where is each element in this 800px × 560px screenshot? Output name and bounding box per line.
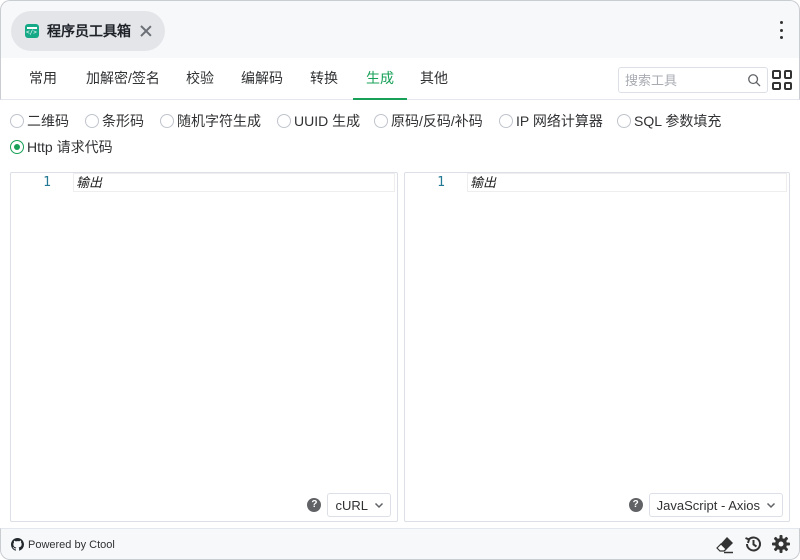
radio-button[interactable]: [10, 140, 24, 154]
option-uuid[interactable]: UUID 生成: [277, 111, 360, 131]
search-icon[interactable]: [747, 73, 761, 87]
option-label: SQL 参数填充: [634, 113, 722, 129]
select-value: cURL: [335, 497, 368, 513]
nav-item-convert[interactable]: 转换: [301, 58, 347, 99]
github-icon: [11, 538, 24, 551]
settings-icon[interactable]: [771, 534, 791, 554]
grid-view-icon[interactable]: [772, 70, 792, 90]
nav-item-encrypt-sign[interactable]: 加解密/签名: [79, 58, 167, 99]
status-bar: Powered by Ctool: [0, 528, 800, 560]
nav-item-common[interactable]: 常用: [19, 58, 67, 99]
output-editor[interactable]: 1 输出 ? JavaScript - Axios: [404, 172, 790, 522]
option-barcode[interactable]: 条形码: [85, 111, 144, 131]
select-value: JavaScript - Axios: [656, 497, 760, 513]
code-line: 1 输出: [405, 173, 789, 193]
code-line: 1 输出: [11, 173, 397, 193]
editor-placeholder[interactable]: 输出: [73, 173, 395, 192]
radio-button[interactable]: [374, 114, 388, 128]
option-label: 随机字符生成: [177, 113, 261, 129]
history-icon[interactable]: [743, 534, 763, 554]
option-label: Http 请求代码: [27, 139, 113, 155]
input-editor[interactable]: 1 输出 ? cURL: [10, 172, 398, 522]
close-icon[interactable]: [139, 24, 151, 38]
nav-item-verify[interactable]: 校验: [177, 58, 223, 99]
option-label: UUID 生成: [294, 113, 361, 129]
option-random-string[interactable]: 随机字符生成: [160, 111, 261, 131]
editor-footer: ? JavaScript - Axios: [628, 493, 783, 517]
nav-item-generate[interactable]: 生成: [353, 58, 407, 100]
option-label: 原码/反码/补码: [391, 113, 483, 129]
powered-by-link[interactable]: Powered by Ctool: [11, 538, 115, 551]
nav-item-encode-decode[interactable]: 编解码: [231, 58, 293, 99]
title-bar: 程序员工具箱: [0, 0, 800, 58]
eraser-icon[interactable]: [715, 534, 735, 554]
option-label: 二维码: [27, 113, 69, 129]
option-ip-calculator[interactable]: IP 网络计算器: [499, 111, 603, 131]
help-icon[interactable]: ?: [307, 498, 322, 512]
search-box[interactable]: [618, 67, 768, 93]
radio-button[interactable]: [277, 114, 291, 128]
search-input[interactable]: [625, 72, 741, 88]
input-format-select[interactable]: cURL: [327, 493, 391, 517]
option-binary-code[interactable]: 原码/反码/补码: [374, 111, 483, 131]
line-number: 1: [43, 175, 51, 190]
option-sql-fill[interactable]: SQL 参数填充: [617, 111, 721, 131]
app-tab[interactable]: 程序员工具箱: [11, 11, 165, 51]
code-window-icon: [25, 24, 39, 38]
nav-item-other[interactable]: 其他: [411, 58, 457, 99]
option-label: 条形码: [102, 113, 144, 129]
radio-button[interactable]: [85, 114, 99, 128]
editor-footer: ? cURL: [307, 493, 391, 517]
radio-button[interactable]: [499, 114, 513, 128]
help-icon[interactable]: ?: [628, 498, 643, 512]
option-label: IP 网络计算器: [516, 113, 603, 129]
chevron-down-icon: [374, 502, 384, 509]
powered-by-text: Powered by Ctool: [28, 538, 115, 551]
radio-button[interactable]: [10, 114, 24, 128]
more-vertical-icon[interactable]: [779, 21, 783, 39]
radio-button[interactable]: [617, 114, 631, 128]
option-http-request[interactable]: Http 请求代码: [10, 137, 113, 157]
output-language-select[interactable]: JavaScript - Axios: [648, 493, 783, 517]
option-qrcode[interactable]: 二维码: [10, 111, 69, 131]
tab-title: 程序员工具箱: [47, 23, 131, 39]
line-number: 1: [437, 175, 445, 190]
editor-placeholder[interactable]: 输出: [467, 173, 787, 192]
chevron-down-icon: [766, 502, 776, 509]
radio-button[interactable]: [160, 114, 174, 128]
category-nav: 常用 加解密/签名 校验 编解码 转换 生成 其他: [0, 58, 800, 100]
status-actions: [715, 534, 791, 554]
